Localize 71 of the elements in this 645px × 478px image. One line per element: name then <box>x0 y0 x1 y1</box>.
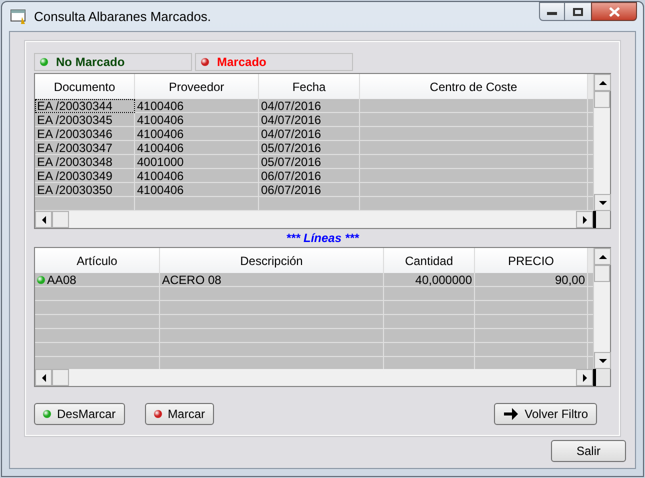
table-cell: 06/07/2016 <box>259 169 360 183</box>
table-cell: 4001000 <box>135 155 259 169</box>
scroll-right-button[interactable] <box>576 369 593 386</box>
section-title: *** Líneas *** <box>285 230 360 247</box>
column-header[interactable]: Documento <box>35 74 135 99</box>
right-arrow-icon <box>502 407 519 421</box>
left-arrow-icon <box>40 214 48 224</box>
down-arrow-icon <box>598 356 608 364</box>
table-cell: EA /20030347 <box>35 141 135 155</box>
column-header[interactable]: Artículo <box>35 248 160 273</box>
table-cell: 04/07/2016 <box>259 99 360 113</box>
scroll-left-button[interactable] <box>35 369 52 386</box>
scroll-thumb[interactable] <box>594 91 610 108</box>
table-cell: EA /20030348 <box>35 155 135 169</box>
horizontal-scrollbar[interactable] <box>35 369 593 386</box>
close-icon <box>608 6 620 16</box>
table-cell: 40,000000 <box>384 273 475 287</box>
down-arrow-icon <box>598 198 608 206</box>
table-cell: 4100406 <box>135 169 259 183</box>
scroll-down-button[interactable] <box>594 194 611 211</box>
table-cell: EA /20030345 <box>35 113 135 127</box>
table-cell: 4100406 <box>135 99 259 113</box>
action-button[interactable]: DesMarcar <box>34 403 125 425</box>
scroll-left-button[interactable] <box>35 211 52 228</box>
up-arrow-icon <box>598 252 608 260</box>
table-cell: 4100406 <box>135 183 259 197</box>
table-cell: ACERO 08 <box>160 273 384 287</box>
scroll-right-button[interactable] <box>576 211 593 228</box>
left-arrow-icon <box>40 372 48 382</box>
table-cell: 04/07/2016 <box>259 113 360 127</box>
legend-label: No Marcado <box>56 54 125 71</box>
vertical-scrollbar[interactable] <box>593 74 610 211</box>
table-cell: 4100406 <box>135 127 259 141</box>
scroll-thumb[interactable] <box>594 265 610 282</box>
scroll-thumb[interactable] <box>52 369 69 386</box>
table-cell: 4100406 <box>135 113 259 127</box>
table-cell: 04/07/2016 <box>259 127 360 141</box>
horizontal-scrollbar[interactable] <box>35 211 593 228</box>
right-arrow-icon <box>580 214 588 224</box>
scroll-thumb[interactable] <box>52 211 69 228</box>
table-cell: EA /20030346 <box>35 127 135 141</box>
column-header[interactable]: Fecha <box>259 74 360 99</box>
table-cell: EA /20030344 <box>35 99 135 113</box>
exit-button[interactable]: Salir <box>551 440 626 462</box>
right-arrow-icon <box>580 372 588 382</box>
column-header[interactable]: Centro de Coste <box>360 74 588 99</box>
table-cell: 05/07/2016 <box>259 155 360 169</box>
scroll-up-button[interactable] <box>594 74 611 91</box>
vertical-scrollbar[interactable] <box>593 248 610 369</box>
table-cell: 06/07/2016 <box>259 183 360 197</box>
window-title: Consulta Albaranes Marcados. <box>34 8 212 26</box>
minimize-button[interactable] <box>539 2 565 21</box>
action-button[interactable]: Marcar <box>144 403 214 425</box>
maximize-button[interactable] <box>565 2 591 21</box>
table-cell: 4100406 <box>135 141 259 155</box>
scroll-up-button[interactable] <box>594 248 611 265</box>
table-cell: 90,00 <box>475 273 588 287</box>
column-header[interactable]: Proveedor <box>135 74 259 99</box>
close-button[interactable] <box>591 2 637 21</box>
column-header[interactable]: Cantidad <box>384 248 475 273</box>
column-header[interactable]: Descripción <box>160 248 384 273</box>
table-cell: AA08 <box>35 273 160 287</box>
table-cell: 05/07/2016 <box>259 141 360 155</box>
table-cell: EA /20030350 <box>35 183 135 197</box>
table-cell: EA /20030349 <box>35 169 135 183</box>
legend-label: Marcado <box>217 54 266 71</box>
scroll-down-button[interactable] <box>594 352 611 369</box>
action-button[interactable]: Volver Filtro <box>494 403 597 425</box>
up-arrow-icon <box>598 78 608 86</box>
app-icon <box>10 8 28 24</box>
column-header[interactable]: PRECIO <box>475 248 588 273</box>
